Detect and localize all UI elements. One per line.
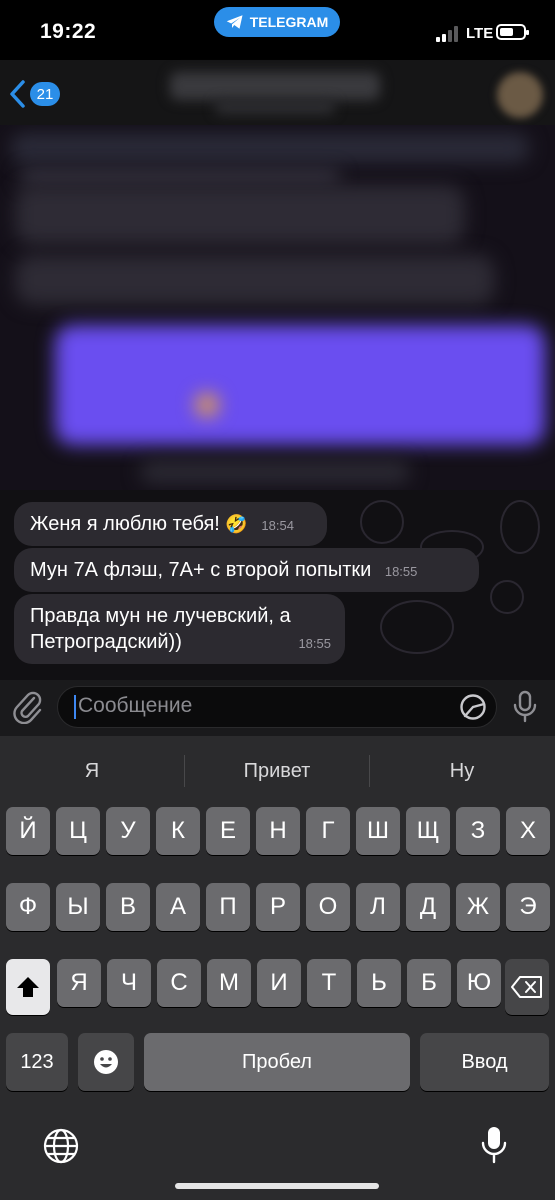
key-С[interactable]: С [157,959,201,1007]
shift-key[interactable] [6,959,50,1015]
suggestion-3[interactable]: Ну [420,760,504,783]
message-time: 18:54 [261,518,294,533]
network-type: LTE [466,25,494,42]
dictation-mic-icon[interactable] [480,1125,508,1165]
key-О[interactable]: О [306,883,350,931]
text-cursor [74,695,76,719]
status-time: 19:22 [40,20,97,43]
key-К[interactable]: К [156,807,200,855]
message-text: Мун 7А флэш, 7А+ с второй попытки [30,559,372,581]
key-Г[interactable]: Г [306,807,350,855]
globe-icon[interactable] [42,1127,80,1165]
message-text: Правда мун не лучевский, а Петроградский… [30,605,291,653]
key-Н[interactable]: Н [256,807,300,855]
message-time: 18:55 [384,564,418,579]
back-button[interactable]: 21 [8,78,68,110]
backspace-key[interactable] [505,959,549,1015]
blurred-chat-content [0,125,555,490]
key-Ч[interactable]: Ч [107,959,151,1007]
signal-icon [436,26,458,42]
key-Э[interactable]: Э [506,883,550,931]
key-Ц[interactable]: Ц [56,807,100,855]
telegram-plane-icon [226,15,243,29]
backspace-icon [511,976,542,998]
numbers-key[interactable]: 123 [6,1033,68,1091]
key-Ш[interactable]: Ш [356,807,400,855]
microphone-icon[interactable] [512,690,538,724]
suggestion-divider [369,755,370,787]
message-time: 18:55 [298,636,331,651]
key-Ю[interactable]: Ю [457,959,501,1007]
key-Й[interactable]: Й [6,807,50,855]
message-input-placeholder: Сообщение [78,694,193,717]
suggestion-divider [184,755,185,787]
key-З[interactable]: З [456,807,500,855]
suggestion-2[interactable]: Привет [210,760,344,783]
key-Щ[interactable]: Щ [406,807,450,855]
key-Е[interactable]: Е [206,807,250,855]
chat-title-blurred[interactable] [170,72,380,100]
back-chevron-icon [10,80,25,108]
laughing-emoji: 🤣 [225,514,248,534]
key-Ф[interactable]: Ф [6,883,50,931]
key-Т[interactable]: Т [307,959,351,1007]
telegram-return-pill[interactable]: TELEGRAM [214,7,340,37]
suggestion-1[interactable]: Я [62,760,122,783]
sticker-icon[interactable] [459,693,487,721]
message-bubble[interactable]: Женя я люблю тебя! 🤣 18:54 [14,502,327,546]
key-Ы[interactable]: Ы [56,883,100,931]
space-key[interactable]: Пробел [144,1033,410,1091]
key-Л[interactable]: Л [356,883,400,931]
telegram-pill-label: TELEGRAM [249,14,329,30]
unread-count-badge: 21 [30,82,60,106]
emoji-key[interactable] [78,1033,134,1091]
key-А[interactable]: А [156,883,200,931]
shift-icon [17,977,39,997]
key-Д[interactable]: Д [406,883,450,931]
key-В[interactable]: В [106,883,150,931]
key-Ь[interactable]: Ь [357,959,401,1007]
chat-subtitle-blurred [215,100,335,114]
battery-icon [496,24,529,40]
key-У[interactable]: У [106,807,150,855]
key-П[interactable]: П [206,883,250,931]
paperclip-icon[interactable] [12,690,44,724]
message-bubble[interactable]: Мун 7А флэш, 7А+ с второй попытки 18:55 [14,548,479,592]
avatar[interactable] [497,72,543,118]
key-М[interactable]: М [207,959,251,1007]
key-Б[interactable]: Б [407,959,451,1007]
key-Х[interactable]: Х [506,807,550,855]
message-bubble[interactable]: Правда мун не лучевский, а Петроградский… [14,594,345,664]
key-Р[interactable]: Р [256,883,300,931]
home-indicator [175,1183,379,1189]
emoji-icon [94,1050,118,1074]
message-text: Женя я люблю тебя! [30,513,220,535]
key-Ж[interactable]: Ж [456,883,500,931]
key-И[interactable]: И [257,959,301,1007]
key-Я[interactable]: Я [57,959,101,1007]
return-key[interactable]: Ввод [420,1033,549,1091]
